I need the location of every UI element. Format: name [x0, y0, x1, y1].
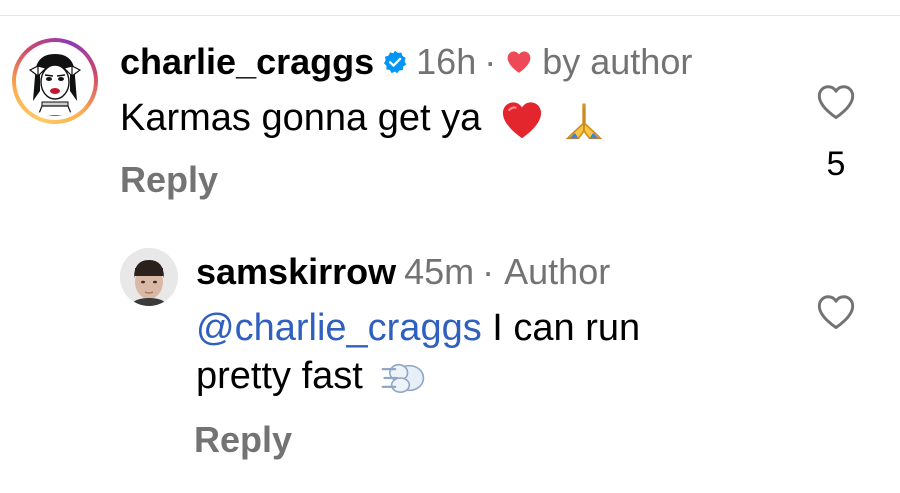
comment-body: Karmas gonna get ya	[120, 94, 606, 142]
mention-link[interactable]: @charlie_craggs	[196, 307, 482, 349]
avatar-illustration	[20, 46, 90, 116]
reply-avatar[interactable]	[120, 248, 178, 306]
comment-reply-button[interactable]: Reply	[120, 158, 218, 202]
dash-symbol-emoji-icon	[382, 363, 425, 393]
commenter-avatar[interactable]	[12, 38, 98, 124]
comment-timestamp: 16h	[416, 41, 477, 82]
reply-body: @charlie_craggs I can run pretty fast	[196, 304, 756, 400]
comment-separator: ·	[484, 41, 497, 82]
comment-like-count[interactable]: 5	[816, 144, 856, 184]
comment-header: charlie_craggs 16h · by author	[120, 40, 692, 84]
reply-username[interactable]: samskirrow	[196, 250, 396, 294]
reply-separator: ·	[482, 251, 495, 292]
author-tag: Author	[504, 251, 611, 292]
reply-header: samskirrow 45m · Author	[196, 250, 610, 294]
red-heart-emoji-icon	[502, 102, 541, 139]
reply-text-line2: pretty fast	[196, 355, 363, 397]
reply-timestamp: 45m	[404, 251, 475, 292]
verified-badge-icon	[384, 50, 407, 74]
heart-outline-icon[interactable]	[816, 294, 856, 330]
reply-text-line1: I can run	[492, 307, 641, 349]
heart-outline-icon[interactable]	[816, 84, 856, 120]
liked-by-author-label: by author	[542, 41, 693, 82]
reply-avatar-photo	[120, 248, 178, 306]
top-divider	[0, 15, 900, 16]
red-heart-icon	[507, 51, 531, 73]
comment-text: Karmas gonna get ya	[120, 97, 482, 139]
folded-hands-emoji-icon	[566, 103, 603, 140]
comment-username[interactable]: charlie_craggs	[120, 40, 374, 84]
reply-reply-button[interactable]: Reply	[194, 418, 292, 462]
